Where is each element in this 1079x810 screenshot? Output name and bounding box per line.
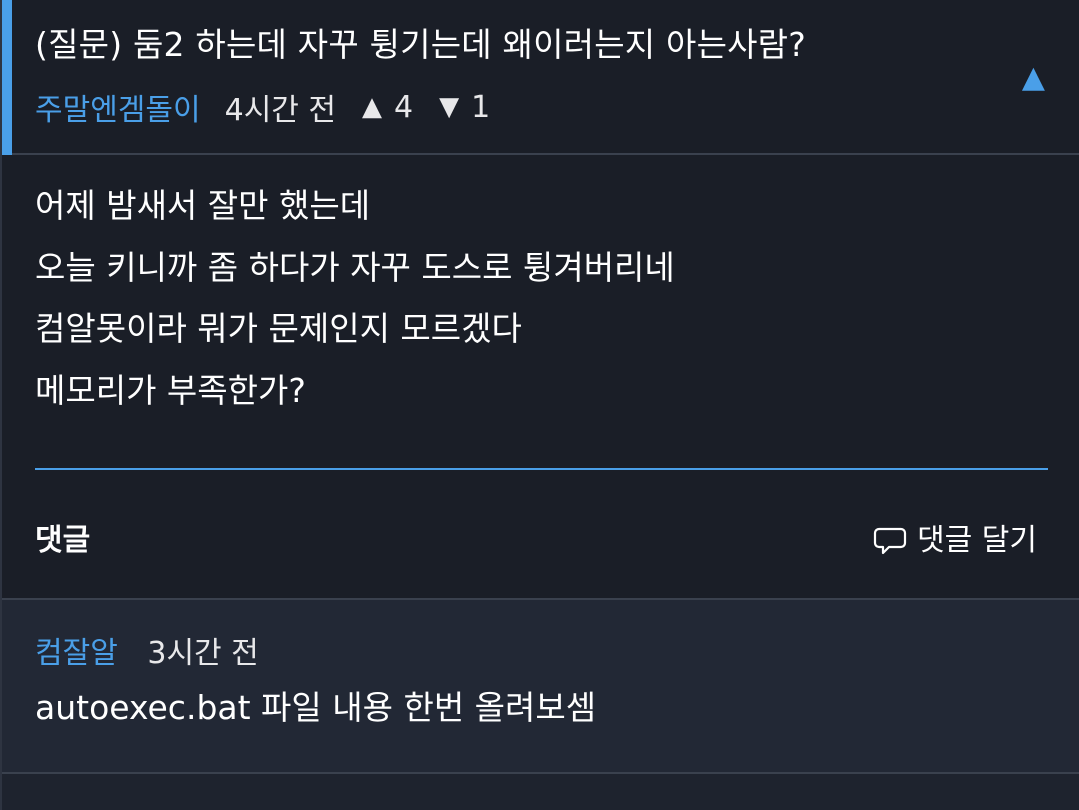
post-accent-bar	[2, 0, 12, 155]
downvote-icon: ▼	[439, 92, 460, 122]
comment-item: 컴잘알 3시간 전 autoexec.bat 파일 내용 한번 올려보셈	[2, 598, 1079, 774]
comment-meta: 컴잘알 3시간 전	[35, 634, 259, 674]
add-comment-button[interactable]: 댓글 달기	[873, 519, 1037, 563]
post-author[interactable]: 주말엔겜돌이	[35, 85, 201, 129]
downvote-count[interactable]: ▼ 1	[439, 90, 490, 125]
speech-bubble-icon	[873, 527, 907, 555]
post-meta: 주말엔겜돌이 4시간 전 ▲ 4 ▼ 1	[35, 85, 516, 129]
comment-author[interactable]: 컴잘알	[35, 636, 118, 671]
comment-time: 3시간 전	[147, 636, 259, 671]
add-comment-label: 댓글 달기	[917, 523, 1037, 558]
collapse-toggle-icon[interactable]: ▲	[1022, 60, 1045, 96]
upvote-value: 4	[394, 89, 414, 125]
post-page: (질문) 둠2 하는데 자꾸 튕기는데 왜이러는지 아는사람? 주말엔겜돌이 4…	[0, 0, 1079, 810]
downvote-value: 1	[471, 89, 491, 125]
post-time: 4시간 전	[224, 93, 337, 128]
next-item-area	[2, 774, 1079, 810]
upvote-count[interactable]: ▲ 4	[362, 90, 413, 125]
post-content: 어제 밤새서 잘만 했는데 오늘 키니까 좀 하다가 자꾸 도스로 튕겨버리네 …	[35, 175, 675, 421]
post-body-line: 오늘 키니까 좀 하다가 자꾸 도스로 튕겨버리네	[35, 247, 675, 287]
post-body-line: 어제 밤새서 잘만 했는데	[35, 186, 371, 225]
post-body-line: 컴알못이라 뭐가 문제인지 모르겠다	[35, 309, 522, 348]
comment-text: autoexec.bat 파일 내용 한번 올려보셈	[35, 688, 597, 727]
upvote-icon: ▲	[362, 92, 383, 122]
comments-section-title: 댓글	[35, 523, 91, 558]
post-body-line: 메모리가 부족한가?	[35, 370, 306, 410]
post-header[interactable]: (질문) 둠2 하는데 자꾸 튕기는데 왜이러는지 아는사람? 주말엔겜돌이 4…	[2, 0, 1079, 155]
post-title: (질문) 둠2 하는데 자꾸 튕기는데 왜이러는지 아는사람?	[35, 25, 806, 64]
content-divider	[35, 468, 1048, 470]
